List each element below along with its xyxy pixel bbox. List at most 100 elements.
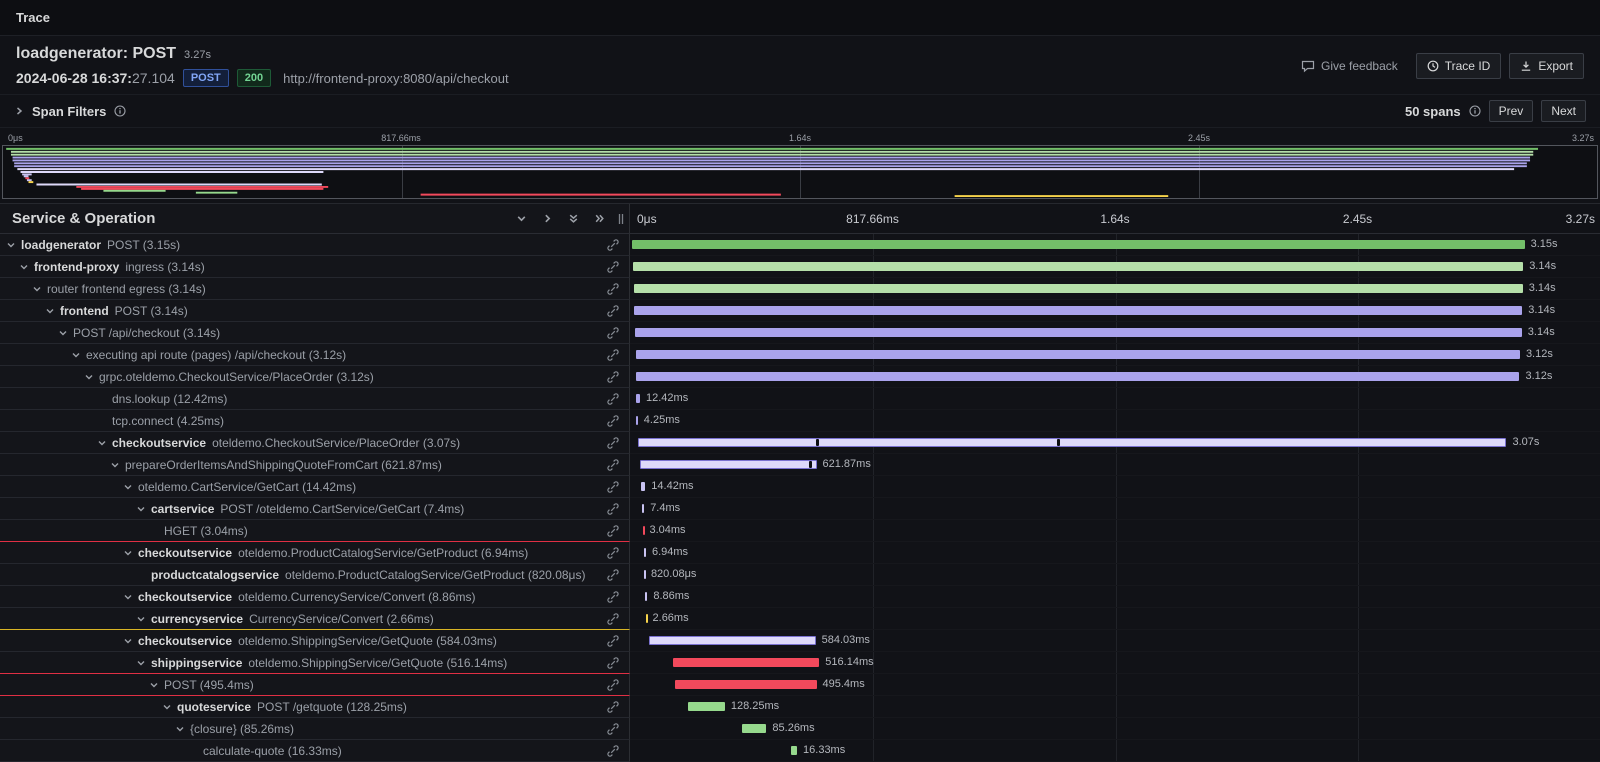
span-name-cell[interactable]: loadgenerator POST (3.15s) (0, 234, 630, 256)
span-timeline-cell[interactable]: 3.04ms (630, 520, 1600, 542)
span-row[interactable]: {closure} (85.26ms) 85.26ms (0, 718, 1600, 740)
span-duration-bar[interactable] (632, 240, 1525, 249)
expand-chevron-icon[interactable] (162, 702, 177, 712)
span-name-cell[interactable]: currencyservice CurrencyService/Convert … (0, 608, 630, 630)
span-name-cell[interactable]: frontend-proxy ingress (3.14s) (0, 256, 630, 278)
span-timeline-cell[interactable]: 6.94ms (630, 542, 1600, 564)
span-duration-bar[interactable] (634, 306, 1522, 315)
expand-chevron-icon[interactable] (123, 548, 138, 558)
span-link-icon[interactable] (601, 745, 629, 757)
span-link-icon[interactable] (601, 459, 629, 471)
span-name-cell[interactable]: executing api route (pages) /api/checkou… (0, 344, 630, 366)
span-row[interactable]: tcp.connect (4.25ms) 4.25ms (0, 410, 1600, 432)
expand-chevron-icon[interactable] (6, 240, 21, 250)
expand-chevron-right-icon[interactable] (542, 213, 553, 224)
span-row[interactable]: HGET (3.04ms) 3.04ms (0, 520, 1600, 542)
expand-chevron-icon[interactable] (136, 658, 151, 668)
span-timeline-cell[interactable]: 128.25ms (630, 696, 1600, 718)
column-resize-handle[interactable] (617, 212, 625, 226)
span-duration-bar[interactable] (742, 724, 766, 733)
span-timeline-cell[interactable]: 495.4ms (630, 674, 1600, 696)
span-link-icon[interactable] (601, 657, 629, 669)
expand-chevron-icon[interactable] (123, 482, 138, 492)
span-timeline-cell[interactable]: 621.87ms (630, 454, 1600, 476)
span-row[interactable]: currencyservice CurrencyService/Convert … (0, 608, 1600, 630)
span-name-cell[interactable]: grpc.oteldemo.CheckoutService/PlaceOrder… (0, 366, 630, 388)
trace-minimap[interactable]: 0μs 817.66ms 1.64s 2.45s 3.27s (0, 128, 1600, 203)
span-row[interactable]: oteldemo.CartService/GetCart (14.42ms) 1… (0, 476, 1600, 498)
span-row[interactable]: router frontend egress (3.14s) 3.14s (0, 278, 1600, 300)
span-row[interactable]: prepareOrderItemsAndShippingQuoteFromCar… (0, 454, 1600, 476)
span-link-icon[interactable] (601, 481, 629, 493)
span-row[interactable]: checkoutservice oteldemo.CheckoutService… (0, 432, 1600, 454)
span-name-cell[interactable]: {closure} (85.26ms) (0, 718, 630, 740)
span-duration-bar[interactable] (640, 460, 816, 469)
span-link-icon[interactable] (601, 679, 629, 691)
span-row[interactable]: checkoutservice oteldemo.CurrencyService… (0, 586, 1600, 608)
span-row[interactable]: POST (495.4ms) 495.4ms (0, 674, 1600, 696)
span-timeline-cell[interactable]: 3.15s (630, 234, 1600, 256)
span-duration-bar[interactable] (636, 372, 1519, 381)
span-name-cell[interactable]: cartservice POST /oteldemo.CartService/G… (0, 498, 630, 520)
span-duration-bar[interactable] (636, 350, 1520, 359)
span-link-icon[interactable] (601, 327, 629, 339)
span-name-cell[interactable]: POST (495.4ms) (0, 674, 630, 696)
span-name-cell[interactable]: checkoutservice oteldemo.CurrencyService… (0, 586, 630, 608)
expand-chevron-icon[interactable] (136, 614, 151, 624)
span-timeline-cell[interactable]: 12.42ms (630, 388, 1600, 410)
expand-chevron-icon[interactable] (32, 284, 47, 294)
trace-id-button[interactable]: Trace ID (1416, 53, 1502, 79)
expand-chevron-icon[interactable] (71, 350, 86, 360)
span-link-icon[interactable] (601, 415, 629, 427)
span-duration-bar[interactable] (688, 702, 724, 711)
span-name-cell[interactable]: quoteservice POST /getquote (128.25ms) (0, 696, 630, 718)
span-row[interactable]: checkoutservice oteldemo.ProductCatalogS… (0, 542, 1600, 564)
span-link-icon[interactable] (601, 283, 629, 295)
span-name-cell[interactable]: tcp.connect (4.25ms) (0, 410, 630, 432)
expand-chevron-icon[interactable] (123, 636, 138, 646)
span-duration-bar[interactable] (673, 658, 820, 667)
span-timeline-cell[interactable]: 3.12s (630, 344, 1600, 366)
span-link-icon[interactable] (601, 305, 629, 317)
span-row[interactable]: executing api route (pages) /api/checkou… (0, 344, 1600, 366)
span-duration-bar[interactable] (638, 438, 1507, 447)
span-link-icon[interactable] (601, 261, 629, 273)
span-link-icon[interactable] (601, 613, 629, 625)
span-link-icon[interactable] (601, 723, 629, 735)
expand-chevron-icon[interactable] (97, 438, 112, 448)
expand-chevron-icon[interactable] (84, 372, 99, 382)
span-timeline-cell[interactable]: 85.26ms (630, 718, 1600, 740)
expand-chevron-icon[interactable] (58, 328, 73, 338)
expand-chevron-icon[interactable] (45, 306, 60, 316)
span-row[interactable]: calculate-quote (16.33ms) 16.33ms (0, 740, 1600, 762)
span-name-cell[interactable]: dns.lookup (12.42ms) (0, 388, 630, 410)
span-row[interactable]: shippingservice oteldemo.ShippingService… (0, 652, 1600, 674)
export-button[interactable]: Export (1509, 53, 1584, 79)
span-link-icon[interactable] (601, 547, 629, 559)
span-row[interactable]: grpc.oteldemo.CheckoutService/PlaceOrder… (0, 366, 1600, 388)
minimap-canvas[interactable] (2, 145, 1598, 199)
span-timeline-cell[interactable]: 3.14s (630, 322, 1600, 344)
span-timeline-cell[interactable]: 3.14s (630, 300, 1600, 322)
span-name-cell[interactable]: POST /api/checkout (3.14s) (0, 322, 630, 344)
span-filters-toggle[interactable]: Span Filters (14, 104, 126, 119)
expand-chevron-icon[interactable] (175, 724, 190, 734)
span-timeline-cell[interactable]: 3.14s (630, 278, 1600, 300)
collapse-all-chevron-down-icon[interactable] (516, 213, 527, 224)
span-timeline-cell[interactable]: 3.07s (630, 432, 1600, 454)
span-name-cell[interactable]: calculate-quote (16.33ms) (0, 740, 630, 762)
span-duration-bar[interactable] (635, 328, 1522, 337)
span-timeline-cell[interactable]: 3.14s (630, 256, 1600, 278)
span-link-icon[interactable] (601, 591, 629, 603)
span-duration-bar[interactable] (633, 262, 1523, 271)
give-feedback-button[interactable]: Give feedback (1295, 58, 1404, 74)
span-link-icon[interactable] (601, 437, 629, 449)
span-row[interactable]: cartservice POST /oteldemo.CartService/G… (0, 498, 1600, 520)
double-chevron-right-icon[interactable] (594, 213, 605, 224)
expand-chevron-icon[interactable] (19, 262, 34, 272)
expand-chevron-icon[interactable] (149, 680, 164, 690)
expand-chevron-icon[interactable] (136, 504, 151, 514)
span-row[interactable]: POST /api/checkout (3.14s) 3.14s (0, 322, 1600, 344)
span-timeline-cell[interactable]: 16.33ms (630, 740, 1600, 762)
span-link-icon[interactable] (601, 393, 629, 405)
